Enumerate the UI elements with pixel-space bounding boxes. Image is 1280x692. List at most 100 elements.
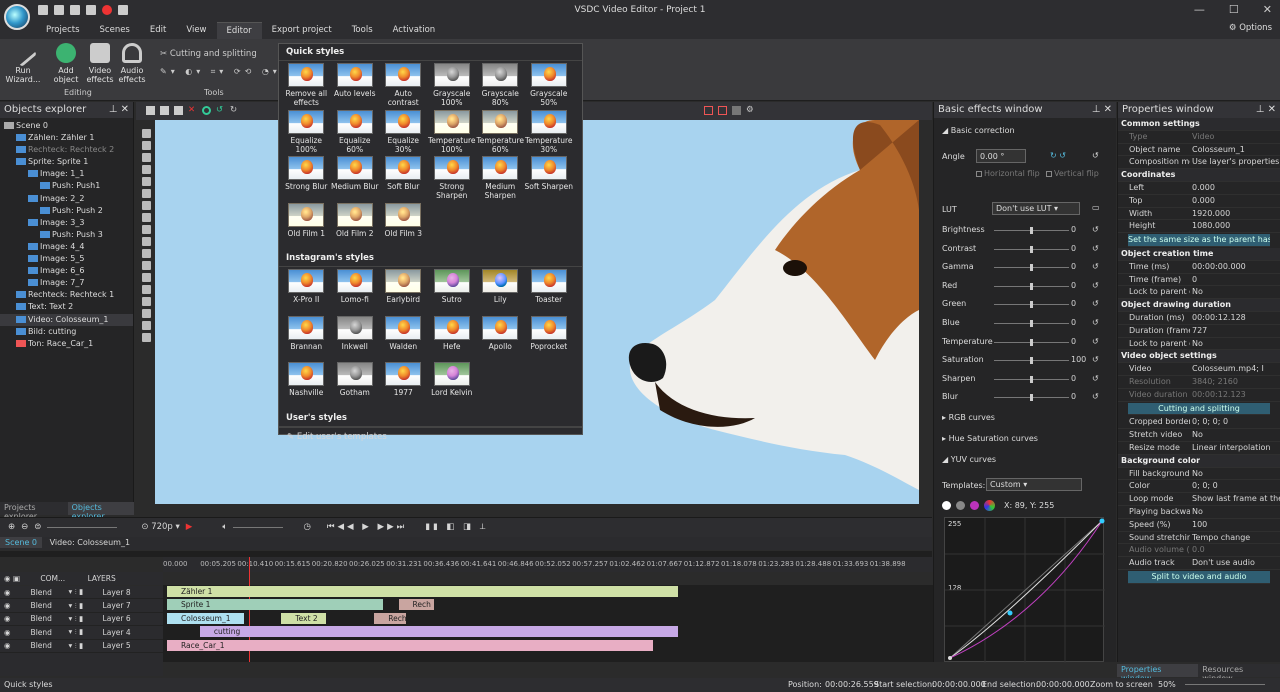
property-value[interactable]: 0 [1190, 274, 1280, 286]
property-row[interactable]: Video duration 00:00:12.123 [1118, 389, 1280, 402]
tab-resources-window[interactable]: Resources window [1198, 664, 1280, 683]
property-row[interactable]: Lock to parent duNo [1118, 338, 1280, 351]
slider-track[interactable] [994, 394, 1069, 402]
grid-icon[interactable] [718, 106, 727, 115]
style-item[interactable]: Temperature 100% [428, 109, 477, 156]
zoom-slider[interactable] [47, 526, 118, 528]
image-icon[interactable] [141, 285, 151, 294]
sprite-icon[interactable] [141, 165, 151, 174]
property-value[interactable]: Use layer's properties [1190, 156, 1280, 168]
eye-icon[interactable]: ◉ [4, 601, 11, 610]
slider-track[interactable] [994, 338, 1069, 346]
property-value[interactable]: 0.0 [1190, 544, 1280, 556]
tab-objects-explorer[interactable]: Objects explorer [67, 502, 134, 521]
yuv-curve-editor[interactable]: 255 128 [944, 517, 1105, 663]
style-item[interactable]: Sutro [428, 269, 477, 315]
lock-icon[interactable]: ▣ [13, 574, 20, 583]
run-wizard-button[interactable]: Run Wizard... [4, 38, 42, 84]
tree-item[interactable]: Text: Text 2 [0, 301, 133, 313]
angle-input[interactable]: 0.00 ° [976, 149, 1026, 163]
property-value[interactable]: 00:00:12.128 [1190, 312, 1280, 324]
options-button[interactable]: ⚙ Options [1229, 23, 1272, 33]
style-item[interactable]: Hefe [428, 315, 477, 362]
blend-mode[interactable]: Blend [31, 588, 69, 597]
add-object-button[interactable]: Add object [48, 43, 84, 84]
property-row[interactable]: Time (frame) 0 [1118, 274, 1280, 287]
style-item[interactable]: Soft Blur [379, 156, 428, 202]
style-item[interactable]: Poprocket [525, 315, 574, 362]
layer-row[interactable]: ◉ Blend ▾ ⫶ ▮ Layer 7 [0, 599, 163, 613]
new-icon[interactable] [38, 5, 48, 15]
property-row[interactable]: Fill background No [1118, 468, 1280, 481]
align-icon[interactable] [704, 106, 713, 115]
layer-row[interactable]: ◉ Blend ▾ ⫶ ▮ Layer 5 [0, 640, 163, 653]
property-row[interactable]: Width 1920.000 [1118, 208, 1280, 221]
timeline-ruler[interactable]: 00.000 00:05.205 00:10.410 00:15.615 00:20.8… [163, 557, 933, 572]
tree-item[interactable]: Image: 6_6 [0, 265, 133, 277]
eye-icon[interactable]: ◉ [4, 588, 11, 597]
timeline-clip[interactable]: Rech [398, 599, 434, 611]
property-value[interactable]: No [1190, 429, 1280, 441]
tree-item[interactable]: Video: Colosseum_1 [0, 313, 133, 326]
tree-item[interactable]: Zählen: Zähler 1 [0, 132, 133, 144]
minimize-icon[interactable]: — [1194, 3, 1205, 16]
eye-icon[interactable]: ◉ [4, 641, 11, 650]
slider-knob[interactable] [1030, 357, 1033, 365]
property-value[interactable]: 1920.000 [1190, 208, 1280, 220]
property-value[interactable]: Show last frame at the [1190, 493, 1280, 505]
property-value[interactable]: No [1190, 468, 1280, 480]
style-item[interactable]: Grayscale 100% [428, 63, 477, 109]
tree-item[interactable]: Image: 4_4 [0, 241, 133, 253]
luma-icon[interactable] [942, 501, 951, 510]
property-value[interactable]: Colosseum_1 [1190, 144, 1280, 156]
style-item[interactable]: Lord Kelvin [428, 362, 477, 408]
slider-knob[interactable] [1030, 375, 1033, 383]
pin-close-icons[interactable]: ⊥ ✕ [109, 104, 129, 116]
copy-icon[interactable] [160, 106, 169, 115]
property-row[interactable]: Object name Colosseum_1 [1118, 144, 1280, 157]
property-value[interactable]: 3840; 2160 [1190, 376, 1280, 388]
property-value[interactable]: No [1190, 506, 1280, 518]
tree-item[interactable]: Push: Push1 [0, 180, 133, 192]
property-row[interactable]: Color 0; 0; 0 [1118, 480, 1280, 494]
add-icon[interactable]: ⊕ [8, 522, 15, 532]
rectangle-icon[interactable] [141, 189, 151, 198]
record-icon[interactable] [102, 5, 112, 15]
tree-item[interactable]: Bild: cutting [0, 326, 133, 338]
reset-icon[interactable]: ↺ [1092, 374, 1099, 383]
property-row[interactable]: Time (ms) 00:00:00.000 [1118, 261, 1280, 274]
counter-icon[interactable] [141, 321, 151, 330]
horizontal-flip-checkbox[interactable]: Horizontal flip [976, 169, 1040, 178]
remove-icon[interactable]: ⊖ [21, 522, 28, 532]
property-row[interactable]: Resolution 3840; 2160 [1118, 376, 1280, 389]
slider-track[interactable] [994, 320, 1069, 327]
property-value[interactable]: Linear interpolation [1190, 442, 1280, 454]
style-item[interactable]: Lily [476, 269, 525, 315]
property-row[interactable]: Resize mode Linear interpolation [1118, 442, 1280, 455]
reset-icon[interactable]: ↺ [1092, 262, 1099, 271]
style-item[interactable]: Medium Blur [331, 156, 380, 202]
style-item[interactable]: Lomo-fi [331, 269, 380, 315]
tree-item[interactable]: Rechteck: Rechteck 2 [0, 144, 133, 156]
zoom-value[interactable]: 50% [1158, 680, 1176, 689]
slider-knob[interactable] [1030, 245, 1033, 253]
tree-item[interactable]: Image: 3_3 [0, 217, 133, 229]
tree-item[interactable]: Sprite: Sprite 1 [0, 156, 133, 168]
ellipse-icon[interactable] [141, 201, 151, 210]
lut-select[interactable]: Don't use LUT ▾ [992, 202, 1080, 215]
reset-icon[interactable]: ↺ [1092, 281, 1099, 290]
layer-icon[interactable] [141, 153, 151, 162]
menu-tools[interactable]: Tools [342, 22, 383, 39]
style-item[interactable]: Apollo [476, 315, 525, 362]
save-icon[interactable] [70, 5, 80, 15]
tree-item[interactable]: Rechteck: Rechteck 1 [0, 289, 133, 301]
slider-knob[interactable] [1030, 338, 1033, 346]
property-row[interactable]: Loop mode Show last frame at the [1118, 493, 1280, 506]
property-value[interactable]: 00:00:00.000 [1190, 261, 1280, 273]
settings-icon[interactable]: ⚙ [746, 106, 755, 115]
slider-track[interactable] [994, 227, 1069, 234]
style-item[interactable]: Equalize 60% [331, 109, 380, 156]
style-item[interactable]: Remove all effects [282, 63, 331, 109]
timeline-clip[interactable]: Race_Car_1 [167, 639, 653, 651]
property-value[interactable]: Don't use audio [1190, 557, 1280, 569]
